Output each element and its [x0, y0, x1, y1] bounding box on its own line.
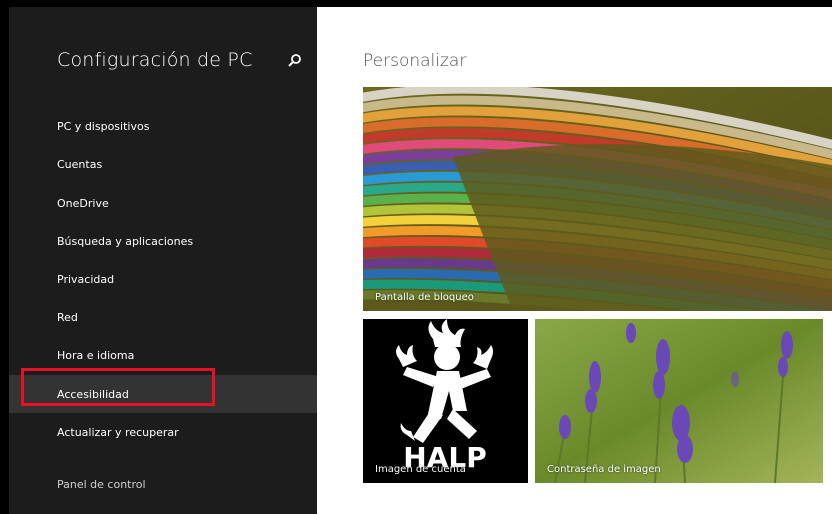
sidebar-item-label: Accesibilidad — [57, 387, 129, 401]
sidebar-item-pc-y-dispositivos[interactable]: PC y dispositivos — [9, 107, 317, 145]
lavender-image — [535, 319, 823, 483]
sidebar-item-onedrive[interactable]: OneDrive — [9, 184, 317, 222]
sidebar-item-label: Cuentas — [57, 157, 103, 171]
sidebar-item-label: Privacidad — [57, 272, 115, 286]
search-icon[interactable] — [285, 51, 305, 71]
lock-screen-label: Pantalla de bloqueo — [375, 292, 474, 303]
control-panel-label: Panel de control — [57, 477, 146, 491]
sidebar-item-privacidad[interactable]: Privacidad — [9, 260, 317, 298]
control-panel-link[interactable]: Panel de control — [9, 465, 317, 503]
sidebar-item-label: Red — [57, 310, 78, 324]
lock-screen-image — [363, 87, 832, 311]
sidebar-item-cuentas[interactable]: Cuentas — [9, 145, 317, 183]
flaming-stickman-icon: HALP — [396, 319, 493, 474]
sidebar-item-label: Hora e idioma — [57, 348, 135, 362]
sidebar: Configuración de PC PC y dispositivos Cu… — [9, 7, 317, 514]
sidebar-item-busqueda-y-aplicaciones[interactable]: Búsqueda y aplicaciones — [9, 222, 317, 260]
picture-password-tile[interactable]: Contraseña de imagen — [535, 319, 823, 483]
page-title: Personalizar — [363, 51, 467, 71]
main-content: Personalizar Pantalla de bloqueo HALP Im… — [317, 7, 832, 514]
sidebar-item-red[interactable]: Red — [9, 298, 317, 336]
sidebar-item-accesibilidad[interactable]: Accesibilidad — [9, 375, 317, 413]
sidebar-title: Configuración de PC — [57, 49, 253, 71]
sidebar-item-label: PC y dispositivos — [57, 119, 150, 133]
sidebar-item-label: OneDrive — [57, 196, 109, 210]
picture-password-label: Contraseña de imagen — [547, 464, 661, 475]
sidebar-item-label: Búsqueda y aplicaciones — [57, 234, 194, 248]
screen-frame: Configuración de PC PC y dispositivos Cu… — [0, 0, 832, 514]
pc-settings-window: Configuración de PC PC y dispositivos Cu… — [9, 7, 832, 514]
account-picture-tile[interactable]: HALP Imagen de cuenta — [363, 319, 528, 483]
lock-screen-tile[interactable]: Pantalla de bloqueo — [363, 87, 832, 311]
sidebar-item-actualizar-y-recuperar[interactable]: Actualizar y recuperar — [9, 413, 317, 451]
sidebar-item-hora-e-idioma[interactable]: Hora e idioma — [9, 336, 317, 374]
sidebar-item-label: Actualizar y recuperar — [57, 425, 179, 439]
account-picture-label: Imagen de cuenta — [375, 464, 466, 475]
